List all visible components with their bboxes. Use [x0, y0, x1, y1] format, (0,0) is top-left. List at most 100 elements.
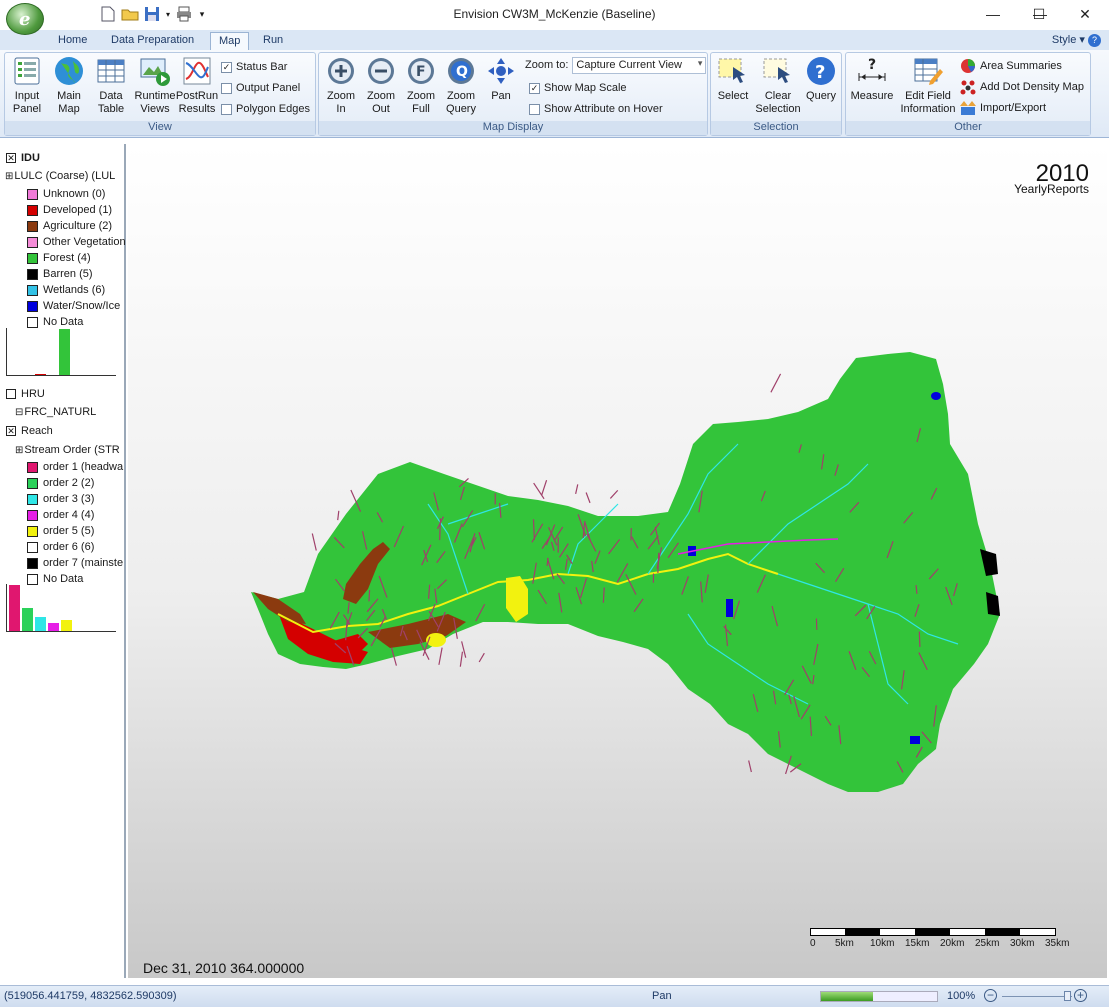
- tab-map[interactable]: Map: [210, 32, 250, 50]
- edit-field-information-button[interactable]: Edit Field Information: [898, 55, 958, 121]
- pan-label: Pan: [491, 90, 511, 102]
- layer-idu[interactable]: ✕ IDU: [6, 150, 128, 166]
- progress-fill: [821, 992, 874, 1001]
- input-panel-label: Input Panel: [12, 90, 42, 115]
- show-map-scale-checkbox[interactable]: ✓ Show Map Scale: [529, 80, 627, 96]
- water-body-3[interactable]: [726, 599, 733, 617]
- input-panel-icon: [14, 57, 40, 85]
- legend-swatch: [27, 188, 38, 200]
- idu-checkbox[interactable]: ✕: [6, 153, 16, 163]
- maximize-button[interactable]: ☐: [1016, 0, 1062, 28]
- style-menu-label: Style ▾: [1051, 34, 1085, 46]
- area-summaries-icon: [961, 59, 975, 73]
- hru-checkbox[interactable]: [6, 389, 16, 399]
- collapse-icon[interactable]: ⊟: [15, 407, 23, 418]
- clear-selection-icon: [763, 58, 790, 83]
- legend-label: order 7 (mainste: [43, 557, 124, 569]
- zoom-out-button[interactable]: Zoom Out: [361, 55, 401, 121]
- zoom-out-small-icon[interactable]: −: [984, 989, 997, 1002]
- legend-label: Agriculture (2): [43, 220, 113, 232]
- minimize-button[interactable]: —: [970, 0, 1016, 28]
- legend-swatch: [27, 284, 38, 296]
- idu-field-row[interactable]: ⊞ LULC (Coarse) (LUL: [5, 168, 127, 184]
- idu-histogram: [6, 328, 116, 376]
- select-button[interactable]: Select: [713, 55, 753, 121]
- import-export-button[interactable]: Import/Export: [960, 99, 1046, 117]
- map-display-group: Zoom In Zoom Out F Zoom Full Q Zoom Quer…: [318, 52, 708, 136]
- zoom-query-label: Zoom Query: [446, 90, 476, 115]
- status-bar: (519056.441759, 4832562.590309) Pan 100%…: [0, 985, 1109, 1007]
- help-icon[interactable]: ?: [1088, 34, 1101, 47]
- tab-home[interactable]: Home: [50, 32, 95, 50]
- tab-run[interactable]: Run: [255, 32, 291, 50]
- legend-swatch: [27, 236, 38, 248]
- histogram-bar: [35, 617, 46, 631]
- query-button[interactable]: ? Query: [801, 55, 841, 121]
- input-panel-button[interactable]: Input Panel: [7, 55, 47, 121]
- barren-area-2[interactable]: [986, 592, 1000, 616]
- add-dot-density-map-label: Add Dot Density Map: [980, 81, 1084, 93]
- legend-swatch: [27, 268, 38, 280]
- water-body[interactable]: [931, 392, 941, 400]
- legend-label: Unknown (0): [43, 188, 106, 200]
- hru-field-row[interactable]: ⊟ FRC_NATURL: [15, 404, 137, 420]
- area-summaries-label: Area Summaries: [980, 60, 1062, 72]
- runtime-views-button[interactable]: Runtime Views: [133, 55, 177, 121]
- globe-icon: [55, 57, 83, 85]
- layer-reach[interactable]: ✕ Reach: [6, 423, 128, 439]
- output-panel-check-icon: [221, 82, 232, 94]
- layer-legend-panel: ✕ IDU ⊞ LULC (Coarse) (LUL Unknown (0) Dev…: [0, 144, 126, 978]
- water-body-4[interactable]: [910, 736, 920, 744]
- status-bar-checkbox[interactable]: ✓ Status Bar: [221, 59, 287, 75]
- zoom-slider-thumb[interactable]: [1064, 991, 1071, 1001]
- expand-icon[interactable]: ⊞: [15, 445, 23, 456]
- legend-label: Barren (5): [43, 268, 93, 280]
- scale-label: 30km: [1010, 938, 1035, 949]
- main-map-label: Main Map: [57, 90, 81, 115]
- legend-label: order 1 (headwa: [43, 461, 124, 473]
- application-menu-button[interactable]: e: [6, 3, 44, 35]
- postrun-results-button[interactable]: PostRun Results: [175, 55, 219, 121]
- pan-button[interactable]: Pan: [481, 55, 521, 121]
- tab-data-preparation[interactable]: Data Preparation: [103, 32, 202, 50]
- show-attribute-checkbox[interactable]: Show Attribute on Hover: [529, 101, 663, 117]
- watershed-map[interactable]: [128, 144, 1107, 978]
- zoom-slider-track[interactable]: [1002, 996, 1072, 997]
- scale-label: 35km: [1045, 938, 1070, 949]
- close-button[interactable]: ✕: [1062, 0, 1108, 28]
- map-date: Dec 31, 2010 364.000000: [143, 960, 305, 976]
- polygon-edges-check-icon: [221, 103, 232, 115]
- measure-icon: ?: [858, 57, 886, 81]
- clear-selection-button[interactable]: Clear Selection: [755, 55, 801, 121]
- measure-button[interactable]: ? Measure: [848, 55, 896, 121]
- polygon-edges-checkbox[interactable]: Polygon Edges: [221, 101, 310, 117]
- legend-label: Forest (4): [43, 252, 91, 264]
- import-export-label: Import/Export: [980, 102, 1047, 114]
- expand-icon[interactable]: ⊞: [5, 171, 13, 182]
- headwater-stream: [541, 480, 548, 496]
- zoom-in-button[interactable]: Zoom In: [321, 55, 361, 121]
- zoom-level: 100%: [947, 990, 976, 1002]
- zoom-to-select[interactable]: Capture Current View ▾: [572, 56, 707, 74]
- table-icon: [97, 59, 125, 83]
- main-map[interactable]: 2010 YearlyReports 0 5km 10km 15km 20km …: [128, 144, 1107, 978]
- zoom-in-label: Zoom In: [326, 90, 356, 115]
- style-menu[interactable]: Style ▾ ?: [1052, 33, 1101, 47]
- zoom-query-button[interactable]: Q Zoom Query: [441, 55, 481, 121]
- area-summaries-button[interactable]: Area Summaries: [960, 57, 1062, 75]
- layer-hru[interactable]: HRU: [6, 386, 128, 402]
- data-table-button[interactable]: Data Table: [91, 55, 131, 121]
- zoom-full-button[interactable]: F Zoom Full: [401, 55, 441, 121]
- selection-group: Select Clear Selection ? Query Selection: [710, 52, 842, 136]
- output-panel-checkbox[interactable]: Output Panel: [221, 80, 300, 96]
- add-dot-density-map-button[interactable]: Add Dot Density Map: [960, 78, 1084, 96]
- main-map-button[interactable]: Main Map: [49, 55, 89, 121]
- reach-checkbox[interactable]: ✕: [6, 426, 16, 436]
- zoom-in-small-icon[interactable]: +: [1074, 989, 1087, 1002]
- other-group: ? Measure Edit Field Information Area Su…: [845, 52, 1091, 136]
- legend-label: order 5 (5): [43, 525, 95, 537]
- reach-field-row[interactable]: ⊞ Stream Order (STR: [15, 442, 137, 458]
- query-label: Query: [806, 90, 836, 102]
- legend-swatch: [27, 477, 38, 489]
- output-panel-label: Output Panel: [236, 82, 301, 94]
